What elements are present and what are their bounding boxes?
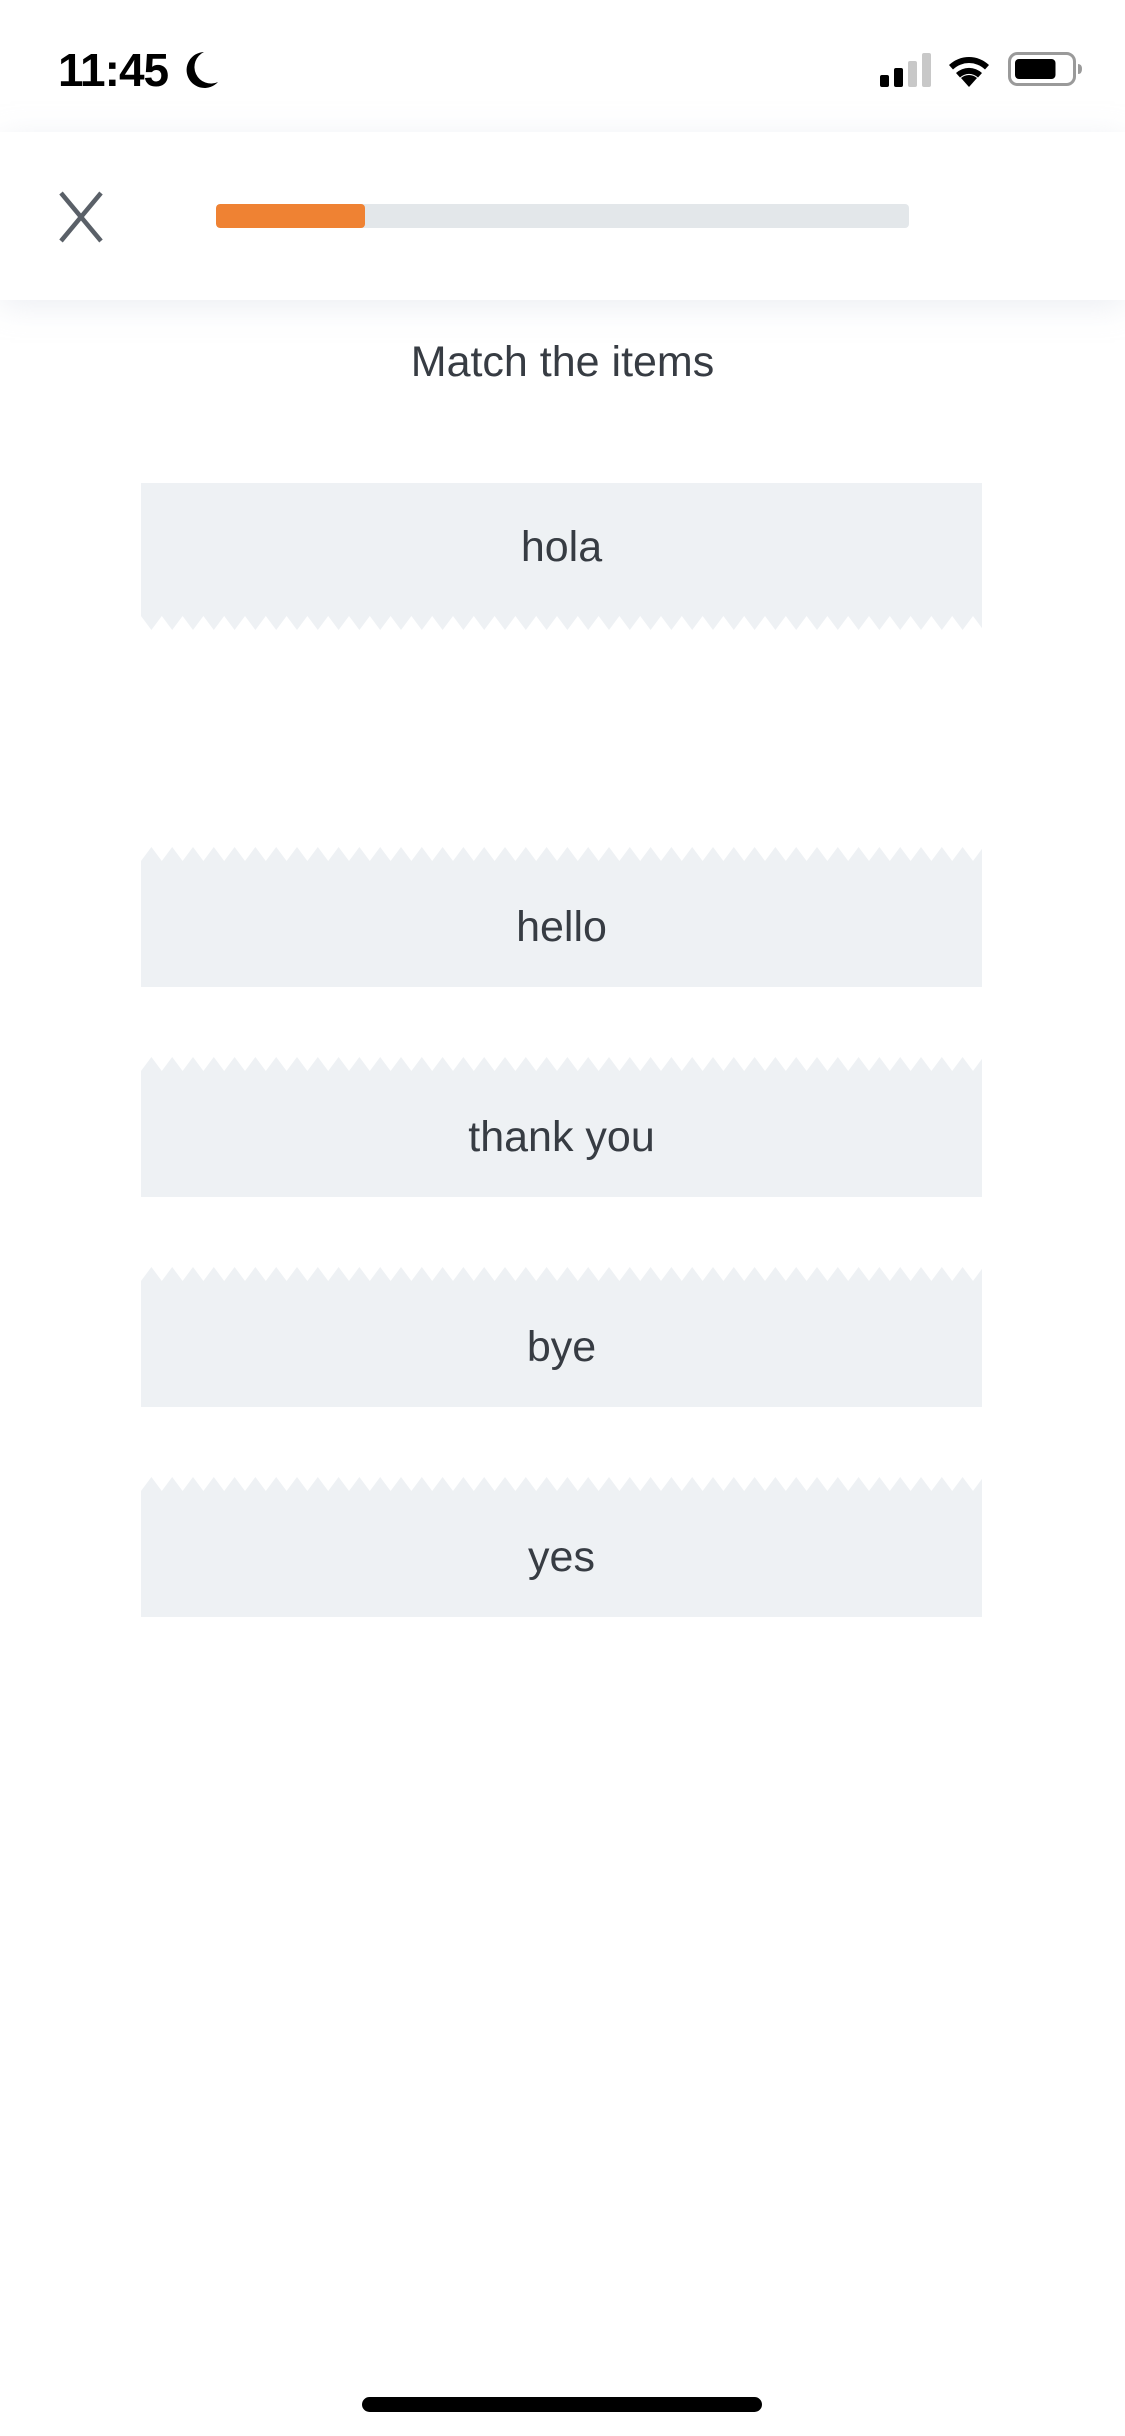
answer-label: yes xyxy=(528,1532,595,1581)
status-time: 11:45 xyxy=(58,44,169,96)
zigzag-edge xyxy=(141,616,982,630)
close-icon[interactable] xyxy=(52,188,110,246)
answer-label: hello xyxy=(516,902,607,951)
answer-card[interactable]: yes xyxy=(141,1477,982,1617)
zigzag-edge xyxy=(141,1477,982,1491)
battery-fill xyxy=(1015,59,1056,79)
zigzag-edge xyxy=(141,1267,982,1281)
wifi-icon xyxy=(949,57,989,87)
signal-bar xyxy=(908,61,917,87)
status-bar: 11:45 xyxy=(0,0,1125,132)
answer-label: thank you xyxy=(468,1112,655,1161)
answer-card[interactable]: hello xyxy=(141,847,982,987)
moon-icon xyxy=(186,52,218,88)
zigzag-edge xyxy=(141,1057,982,1071)
signal-icon xyxy=(880,53,931,87)
answer-label: bye xyxy=(526,1322,597,1371)
progress-fill xyxy=(216,204,365,228)
answer-card[interactable]: thank you xyxy=(141,1057,982,1197)
battery-icon xyxy=(1008,52,1082,86)
lesson-header xyxy=(0,132,1125,300)
prompt-label: hola xyxy=(520,523,603,571)
answer-card[interactable]: bye xyxy=(141,1267,982,1407)
zigzag-edge xyxy=(141,847,982,861)
signal-bar xyxy=(880,75,889,87)
prompt-card[interactable]: hola xyxy=(141,483,982,630)
signal-bar xyxy=(894,68,903,87)
home-indicator[interactable] xyxy=(362,2397,762,2412)
signal-bar xyxy=(922,53,931,87)
exercise-instructions: Match the items xyxy=(410,338,715,386)
lesson-progress-bar xyxy=(216,204,909,228)
